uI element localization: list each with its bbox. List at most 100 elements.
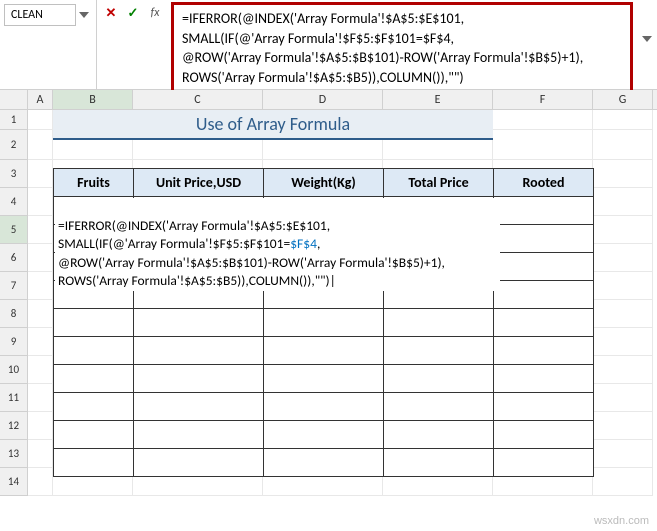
cell[interactable] xyxy=(134,449,264,477)
cell[interactable] xyxy=(54,421,134,449)
cell[interactable] xyxy=(28,244,53,272)
row-header-12[interactable]: 12 xyxy=(0,412,28,440)
cell[interactable] xyxy=(593,160,653,188)
cell[interactable] xyxy=(28,356,53,384)
col-header-b[interactable]: B xyxy=(53,90,133,109)
cell[interactable] xyxy=(134,337,264,365)
row-header-2[interactable]: 2 xyxy=(0,130,28,160)
col-header-g[interactable]: G xyxy=(593,90,653,109)
cell[interactable] xyxy=(134,421,264,449)
cell[interactable] xyxy=(494,421,594,449)
cell[interactable] xyxy=(593,272,653,300)
cell[interactable] xyxy=(28,468,53,496)
cell[interactable] xyxy=(28,328,53,356)
name-box-dropdown[interactable] xyxy=(76,4,92,26)
cell[interactable] xyxy=(28,188,53,216)
cell[interactable] xyxy=(494,225,594,253)
cell[interactable] xyxy=(264,365,384,393)
cell[interactable] xyxy=(494,281,594,309)
cell[interactable] xyxy=(494,449,594,477)
col-header-c[interactable]: C xyxy=(133,90,263,109)
row-header-1[interactable]: 1 xyxy=(0,110,28,130)
col-header-d[interactable]: D xyxy=(263,90,383,109)
cell[interactable] xyxy=(593,300,653,328)
enter-button[interactable]: ✓ xyxy=(123,3,143,23)
row-header-13[interactable]: 13 xyxy=(0,440,28,468)
select-all-corner[interactable] xyxy=(0,90,28,109)
formula-bar-expand[interactable] xyxy=(637,0,657,42)
cell[interactable] xyxy=(28,110,53,130)
col-header-a[interactable]: A xyxy=(28,90,53,109)
cell[interactable] xyxy=(264,421,384,449)
cell[interactable] xyxy=(54,449,134,477)
col-header-f[interactable]: F xyxy=(493,90,593,109)
row-header-7[interactable]: 7 xyxy=(0,272,28,300)
cell[interactable] xyxy=(264,393,384,421)
th-rooted[interactable]: Rooted xyxy=(494,169,594,197)
formula-input[interactable]: =IFERROR(@INDEX('Array Formula'!$A$5:$E$… xyxy=(182,9,583,87)
col-header-e[interactable]: E xyxy=(383,90,493,109)
name-box[interactable]: CLEAN xyxy=(4,4,76,26)
cell[interactable] xyxy=(384,309,494,337)
cell[interactable] xyxy=(593,188,653,216)
row-header-11[interactable]: 11 xyxy=(0,384,28,412)
row-header-8[interactable]: 8 xyxy=(0,300,28,328)
cell[interactable] xyxy=(494,309,594,337)
cell[interactable] xyxy=(593,216,653,244)
cell[interactable] xyxy=(593,356,653,384)
cell[interactable] xyxy=(494,365,594,393)
cell[interactable] xyxy=(264,337,384,365)
cell[interactable] xyxy=(264,309,384,337)
cell[interactable] xyxy=(28,160,53,188)
cell[interactable] xyxy=(384,421,494,449)
edit-line-4: ROWS('Array Formula'!$A$5:$B5)),COLUMN()… xyxy=(58,272,336,289)
cell[interactable] xyxy=(593,412,653,440)
cell[interactable] xyxy=(593,328,653,356)
cell[interactable] xyxy=(28,130,53,160)
row-header-9[interactable]: 9 xyxy=(0,328,28,356)
th-weight[interactable]: Weight(Kg) xyxy=(264,169,384,197)
cell[interactable] xyxy=(134,365,264,393)
row-header-6[interactable]: 6 xyxy=(0,244,28,272)
th-unit-price[interactable]: Unit Price,USD xyxy=(134,169,264,197)
cell[interactable] xyxy=(593,244,653,272)
cell[interactable] xyxy=(384,449,494,477)
cell[interactable] xyxy=(593,110,653,130)
cell[interactable] xyxy=(593,440,653,468)
cell[interactable] xyxy=(28,440,53,468)
cell[interactable] xyxy=(593,468,653,496)
cell[interactable] xyxy=(494,393,594,421)
cell[interactable] xyxy=(54,393,134,421)
cell[interactable] xyxy=(134,309,264,337)
cell[interactable] xyxy=(593,130,653,160)
cell[interactable] xyxy=(493,130,593,160)
row-header-4[interactable]: 4 xyxy=(0,188,28,216)
cell[interactable] xyxy=(54,365,134,393)
cell[interactable] xyxy=(493,110,593,130)
row-header-14[interactable]: 14 xyxy=(0,468,28,496)
insert-function-button[interactable]: fx xyxy=(145,3,165,23)
cell[interactable] xyxy=(28,384,53,412)
th-fruits[interactable]: Fruits xyxy=(54,169,134,197)
cell[interactable] xyxy=(494,197,594,225)
cell[interactable] xyxy=(28,300,53,328)
cell[interactable] xyxy=(593,384,653,412)
cell[interactable] xyxy=(384,393,494,421)
cell[interactable] xyxy=(28,272,53,300)
cell[interactable] xyxy=(134,393,264,421)
cell[interactable] xyxy=(384,365,494,393)
th-total-price[interactable]: Total Price xyxy=(384,169,494,197)
cell[interactable] xyxy=(494,337,594,365)
cell[interactable] xyxy=(54,309,134,337)
cell[interactable] xyxy=(264,449,384,477)
cell-editor[interactable]: =IFERROR(@INDEX('Array Formula'!$A$5:$E$… xyxy=(55,198,500,291)
row-header-10[interactable]: 10 xyxy=(0,356,28,384)
row-header-3[interactable]: 3 xyxy=(0,160,28,188)
cell[interactable] xyxy=(28,216,53,244)
cell[interactable] xyxy=(54,337,134,365)
cell[interactable] xyxy=(384,337,494,365)
cancel-button[interactable]: ✕ xyxy=(101,3,121,23)
row-header-5[interactable]: 5 xyxy=(0,216,28,244)
cell[interactable] xyxy=(28,412,53,440)
cell[interactable] xyxy=(494,253,594,281)
